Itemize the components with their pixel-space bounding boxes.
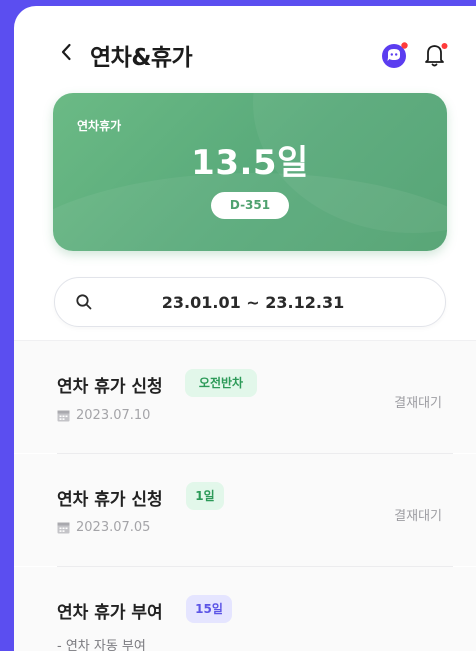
leave-type-tag: 오전반차 — [185, 369, 257, 397]
list-item[interactable]: 연차 휴가 신청 오전반차 2023.07.10 결재대기 — [14, 341, 476, 453]
leave-type-tag: 1일 — [186, 482, 224, 510]
item-title: 연차 휴가 부여 — [57, 603, 163, 623]
item-date: 2023.07.05 — [57, 520, 150, 535]
item-date-text: 2023.07.05 — [76, 520, 151, 535]
list-item[interactable]: 연차 휴가 신청 1일 2023.07.05 결재대기 — [14, 454, 476, 566]
item-title: 연차 휴가 신청 — [57, 490, 163, 510]
bell-icon — [425, 43, 448, 67]
chat-bubble-icon — [382, 42, 408, 68]
item-description: - 연차 자동 부여 — [57, 639, 146, 651]
leave-label: 연차휴가 — [77, 119, 122, 133]
item-date-text: 2023.07.10 — [76, 408, 151, 423]
chevron-left-icon — [61, 43, 71, 61]
approval-status: 결재대기 — [394, 396, 442, 411]
approval-status: 결재대기 — [394, 509, 442, 524]
remaining-days: 13.5일 — [191, 143, 309, 183]
annual-leave-card: 연차휴가 13.5일 D-351 — [53, 93, 447, 251]
back-button[interactable] — [56, 38, 76, 66]
calendar-icon — [57, 410, 70, 422]
item-title: 연차 휴가 신청 — [57, 377, 163, 397]
item-date: 2023.07.10 — [57, 408, 150, 423]
date-range-text: 23.01.01 ~ 23.12.31 — [161, 293, 345, 312]
leave-type-tag: 15일 — [186, 595, 232, 623]
list-item[interactable]: 연차 휴가 부여 15일 - 연차 자동 부여 — [14, 567, 476, 651]
date-range-search[interactable]: 23.01.01 ~ 23.12.31 — [54, 277, 446, 327]
page-title: 연차&휴가 — [90, 45, 193, 71]
notification-button[interactable] — [422, 40, 450, 70]
calendar-icon — [57, 522, 70, 534]
dday-badge: D-351 — [211, 192, 289, 219]
app-screen: 연차&휴가 연차휴가 13.5일 D-351 23.01.01 ~ 23.12.… — [14, 6, 476, 651]
chat-button[interactable] — [380, 40, 410, 70]
top-bar: 연차&휴가 — [14, 6, 476, 86]
